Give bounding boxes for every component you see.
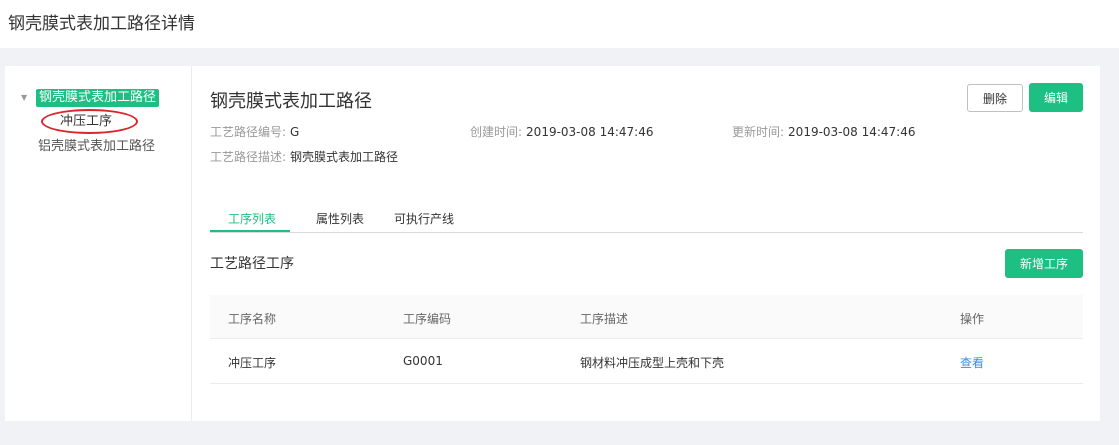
active-tab-indicator <box>210 230 290 232</box>
table-header: 工序名称 工序编码 工序描述 操作 <box>210 295 1083 339</box>
add-process-button[interactable]: 新增工序 <box>1005 249 1083 278</box>
page-header: 钢壳膜式表加工路径详情 <box>0 0 1119 48</box>
route-code-value: G <box>290 125 300 139</box>
updated-time: 更新时间: 2019-03-08 14:47:46 <box>732 123 916 140</box>
route-description-label: 工艺路径描述: <box>210 150 287 164</box>
updated-time-label: 更新时间: <box>732 125 785 139</box>
tree-node-steel-route[interactable]: 钢壳膜式表加工路径 <box>36 89 160 107</box>
tab-process-list[interactable]: 工序列表 <box>228 210 276 227</box>
updated-time-value: 2019-03-08 14:47:46 <box>788 125 916 139</box>
section-title: 工艺路径工序 <box>210 256 294 272</box>
header-description: 工序描述 <box>580 312 629 326</box>
page-title: 钢壳膜式表加工路径详情 <box>8 14 195 34</box>
route-description: 工艺路径描述: 钢壳膜式表加工路径 <box>210 148 398 165</box>
header-name: 工序名称 <box>228 312 277 326</box>
cell-code: G0001 <box>403 354 443 368</box>
cell-description: 钢材料冲压成型上壳和下壳 <box>580 356 725 370</box>
tab-executable-lines[interactable]: 可执行产线 <box>394 210 454 227</box>
cell-name: 冲压工序 <box>228 356 277 370</box>
annotation-circle <box>41 109 138 134</box>
table-row: 冲压工序 G0001 钢材料冲压成型上壳和下壳 查看 <box>210 339 1083 384</box>
created-time-label: 创建时间: <box>470 125 523 139</box>
route-description-value: 钢壳膜式表加工路径 <box>290 150 399 164</box>
tab-bar: 工序列表 属性列表 可执行产线 <box>210 206 1083 233</box>
header-code: 工序编码 <box>403 312 452 326</box>
header-actions: 操作 <box>960 312 985 326</box>
delete-button[interactable]: 删除 <box>967 84 1023 112</box>
route-code-label: 工艺路径编号: <box>210 125 287 139</box>
created-time: 创建时间: 2019-03-08 14:47:46 <box>470 123 654 140</box>
tree-node-aluminum-route[interactable]: 铝壳膜式表加工路径 <box>38 139 155 155</box>
created-time-value: 2019-03-08 14:47:46 <box>526 125 654 139</box>
detail-title: 钢壳膜式表加工路径 <box>210 91 372 112</box>
detail-card: ▼ 钢壳膜式表加工路径 冲压工序 铝壳膜式表加工路径 钢壳膜式表加工路径 删除 … <box>5 66 1100 421</box>
caret-down-icon[interactable]: ▼ <box>21 93 27 102</box>
process-table: 工序名称 工序编码 工序描述 操作 冲压工序 G0001 钢材料冲压成型上壳和下… <box>210 295 1083 384</box>
tab-attribute-list[interactable]: 属性列表 <box>316 210 364 227</box>
view-link[interactable]: 查看 <box>960 354 984 371</box>
route-code: 工艺路径编号: G <box>210 123 299 140</box>
edit-button[interactable]: 编辑 <box>1029 83 1083 112</box>
route-tree: ▼ 钢壳膜式表加工路径 冲压工序 铝壳膜式表加工路径 <box>5 66 192 421</box>
